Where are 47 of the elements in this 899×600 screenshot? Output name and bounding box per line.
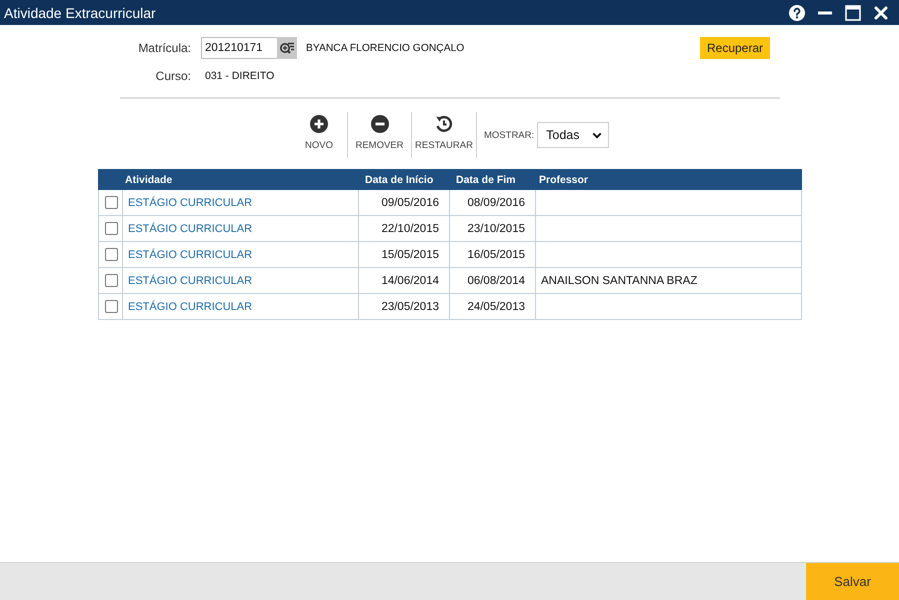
- plus-circle-icon: [310, 115, 328, 133]
- start-date-cell: 14/06/2014: [359, 268, 450, 294]
- row-checkbox[interactable]: [105, 300, 118, 313]
- help-icon[interactable]: [789, 4, 805, 20]
- end-date-cell: 08/09/2016: [450, 190, 536, 216]
- remove-button[interactable]: REMOVER: [348, 112, 411, 158]
- save-button[interactable]: Salvar: [806, 563, 899, 600]
- end-date-cell: 16/05/2015: [450, 242, 536, 268]
- new-button[interactable]: NOVO: [291, 112, 347, 158]
- activity-link[interactable]: ESTÁGIO CURRICULAR: [123, 216, 359, 242]
- end-date-cell: 24/05/2013: [450, 294, 536, 320]
- end-date-cell: 06/08/2014: [450, 268, 536, 294]
- start-date-cell: 15/05/2015: [359, 242, 450, 268]
- activity-link[interactable]: ESTÁGIO CURRICULAR: [123, 242, 359, 268]
- filter-label: MOSTRAR:: [484, 130, 534, 140]
- column-header: Data de Fim: [456, 174, 516, 186]
- start-date-cell: 23/05/2013: [359, 294, 450, 320]
- student-name: BYANCA FLORENCIO GONÇALO: [306, 42, 464, 54]
- row-checkbox[interactable]: [105, 274, 118, 287]
- activity-link[interactable]: ESTÁGIO CURRICULAR: [123, 190, 359, 216]
- chevron-down-icon: [592, 132, 602, 138]
- search-icon: [279, 40, 295, 56]
- start-date-cell: 22/10/2015: [359, 216, 450, 242]
- filter-select[interactable]: Todas: [537, 122, 610, 148]
- matricula-input[interactable]: 201210171: [201, 37, 277, 59]
- row-checkbox[interactable]: [105, 248, 118, 261]
- row-checkbox[interactable]: [105, 222, 118, 235]
- activity-link[interactable]: ESTÁGIO CURRICULAR: [123, 268, 359, 294]
- history-icon: [435, 115, 453, 133]
- column-header: Atividade: [125, 174, 172, 186]
- activity-link[interactable]: ESTÁGIO CURRICULAR: [123, 294, 359, 320]
- recover-button[interactable]: Recuperar: [700, 37, 770, 59]
- maximize-icon[interactable]: [845, 4, 861, 20]
- professor-cell: ANAILSON SANTANNA BRAZ: [536, 268, 802, 294]
- minus-circle-icon: [370, 115, 388, 133]
- column-header: Data de Início: [365, 174, 434, 186]
- start-date-cell: 09/05/2016: [359, 190, 450, 216]
- search-button[interactable]: [277, 37, 297, 59]
- restore-button[interactable]: RESTAURAR: [412, 112, 476, 158]
- end-date-cell: 23/10/2015: [450, 216, 536, 242]
- column-header: Professor: [539, 174, 588, 186]
- field-label: Matrícula:: [138, 41, 191, 55]
- window-title: Atividade Extracurricular: [3, 4, 156, 20]
- close-icon[interactable]: [873, 4, 889, 20]
- course-value: 031 - DIREITO: [204, 70, 274, 82]
- row-checkbox[interactable]: [105, 196, 118, 209]
- field-label: Curso:: [156, 69, 191, 83]
